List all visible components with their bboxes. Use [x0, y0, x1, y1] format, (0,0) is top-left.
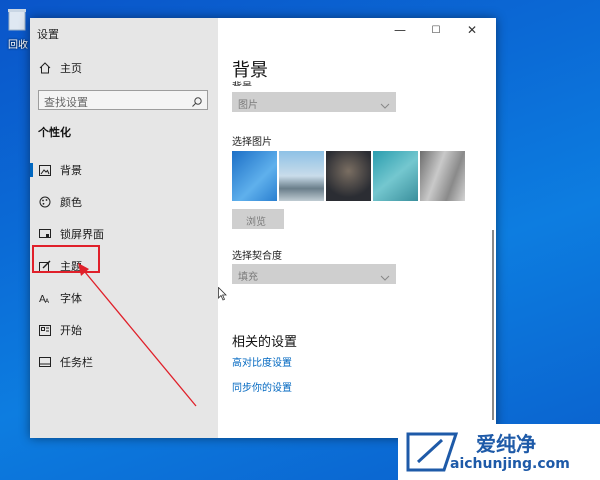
sidebar-item-label: 颜色 — [60, 196, 82, 209]
section-title: 个性化 — [38, 126, 71, 139]
home-icon — [38, 61, 52, 75]
fit-value: 填充 — [238, 272, 258, 283]
close-button[interactable]: ✕ — [458, 18, 486, 42]
maximize-button[interactable]: ☐ — [422, 18, 450, 42]
browse-label: 浏览 — [246, 217, 266, 228]
fit-dropdown[interactable]: 填充 — [232, 264, 396, 284]
window-title: 设置 — [37, 28, 59, 41]
sidebar-item-label: 字体 — [60, 292, 82, 305]
start-icon — [38, 323, 52, 337]
fit-label: 选择契合度 — [232, 251, 282, 262]
sidebar-item-label: 开始 — [60, 324, 82, 337]
palette-icon — [38, 195, 52, 209]
picture-thumbnail[interactable] — [373, 151, 418, 201]
sidebar-item-label: 背景 — [60, 164, 82, 177]
mouse-cursor-icon — [218, 286, 228, 305]
related-settings-heading: 相关的设置 — [232, 335, 298, 350]
minimize-button[interactable]: — — [386, 18, 414, 42]
browse-button[interactable]: 浏览 — [232, 209, 284, 229]
sidebar-home-label: 主页 — [60, 62, 82, 75]
background-label: 背景 — [232, 78, 252, 86]
settings-window: 设置 主页 查找设置 个性化 背景 颜色 锁屏界面 主题 A A 字体 开始 任… — [30, 18, 496, 438]
lock-screen-icon — [38, 227, 52, 241]
chevron-down-icon — [380, 268, 390, 287]
choose-picture-label: 选择图片 — [232, 137, 272, 148]
search-placeholder: 查找设置 — [44, 96, 88, 109]
sidebar: 设置 主页 查找设置 个性化 背景 颜色 锁屏界面 主题 A A 字体 开始 任… — [30, 18, 218, 438]
themes-highlight-box — [32, 245, 100, 273]
search-input[interactable]: 查找设置 — [38, 90, 208, 110]
picture-icon — [38, 163, 52, 177]
sidebar-item-lock-screen[interactable]: 锁屏界面 — [38, 226, 104, 242]
picture-thumbnail[interactable] — [326, 151, 371, 201]
sidebar-item-label: 锁屏界面 — [60, 228, 104, 241]
watermark-logo: 爱纯净 aichunjing.com — [398, 424, 600, 480]
search-icon — [191, 93, 203, 112]
taskbar-icon — [38, 355, 52, 369]
sidebar-home[interactable]: 主页 — [38, 60, 82, 76]
recycle-bin-label: 回收 — [8, 40, 28, 51]
sidebar-item-fonts[interactable]: AA 字体 — [38, 290, 82, 306]
sync-settings-link[interactable]: 同步你的设置 — [232, 379, 292, 394]
picture-thumbnails — [232, 151, 465, 201]
chevron-down-icon — [380, 96, 390, 115]
high-contrast-link[interactable]: 高对比度设置 — [232, 354, 292, 369]
sidebar-item-taskbar[interactable]: 任务栏 — [38, 354, 93, 370]
brand-name: 爱纯净 — [476, 432, 536, 456]
scrollbar[interactable] — [492, 230, 494, 420]
main-content: — ☐ ✕ 背景 背景 图片 选择图片 浏览 选择契合度 填充 — [218, 18, 496, 438]
picture-thumbnail[interactable] — [279, 151, 324, 201]
font-icon: AA — [38, 291, 52, 305]
selected-indicator — [30, 163, 33, 177]
picture-thumbnail[interactable] — [420, 151, 465, 201]
sidebar-item-start[interactable]: 开始 — [38, 322, 82, 338]
sidebar-item-label: 任务栏 — [60, 356, 93, 369]
picture-thumbnail[interactable] — [232, 151, 277, 201]
background-dropdown[interactable]: 图片 — [232, 92, 396, 112]
recycle-bin-icon[interactable] — [6, 6, 28, 32]
brand-url: aichunjing.com — [450, 456, 570, 472]
sidebar-item-background[interactable]: 背景 — [38, 162, 82, 178]
background-value: 图片 — [238, 100, 258, 111]
sidebar-item-colors[interactable]: 颜色 — [38, 194, 82, 210]
svg-text:A: A — [45, 298, 50, 304]
